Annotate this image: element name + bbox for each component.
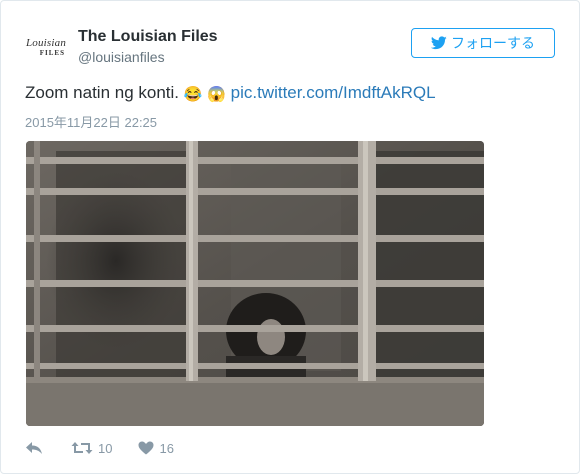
tweet-actions: 10 16 <box>25 438 174 458</box>
like-button[interactable]: 16 <box>138 440 174 456</box>
retweet-count: 10 <box>98 440 113 456</box>
follow-button[interactable]: フォローする <box>411 28 555 58</box>
tears-of-joy-emoji: 😂 <box>183 86 203 103</box>
tweet-link[interactable]: pic.twitter.com/ImdftAkRQL <box>231 83 436 102</box>
tweet-text: Zoom natin ng konti. 😂 😱 pic.twitter.com… <box>25 83 436 103</box>
tweet-card: Louisian FILES The Louisian Files @louis… <box>0 0 580 474</box>
avatar-line2: FILES <box>39 48 65 57</box>
window-bars-photo <box>26 141 484 426</box>
reply-icon <box>26 442 42 454</box>
user-handle[interactable]: @louisianfiles <box>78 49 165 65</box>
heart-icon <box>138 441 154 455</box>
tweet-timestamp[interactable]: 2015年11月22日 22:25 <box>25 112 157 131</box>
tweet-body: Zoom natin ng konti. <box>25 83 180 102</box>
display-name[interactable]: The Louisian Files <box>78 28 218 46</box>
follow-label: フォローする <box>451 35 535 51</box>
screaming-emoji: 😱 <box>207 86 226 103</box>
tweet-photo[interactable] <box>26 141 484 426</box>
avatar-line1: Louisian <box>25 36 67 49</box>
retweet-icon <box>71 442 93 454</box>
reply-button[interactable] <box>25 441 43 455</box>
avatar[interactable]: Louisian FILES <box>23 29 69 65</box>
retweet-button[interactable]: 10 <box>71 441 112 456</box>
twitter-bird-icon <box>431 36 447 50</box>
like-count: 16 <box>159 440 174 456</box>
